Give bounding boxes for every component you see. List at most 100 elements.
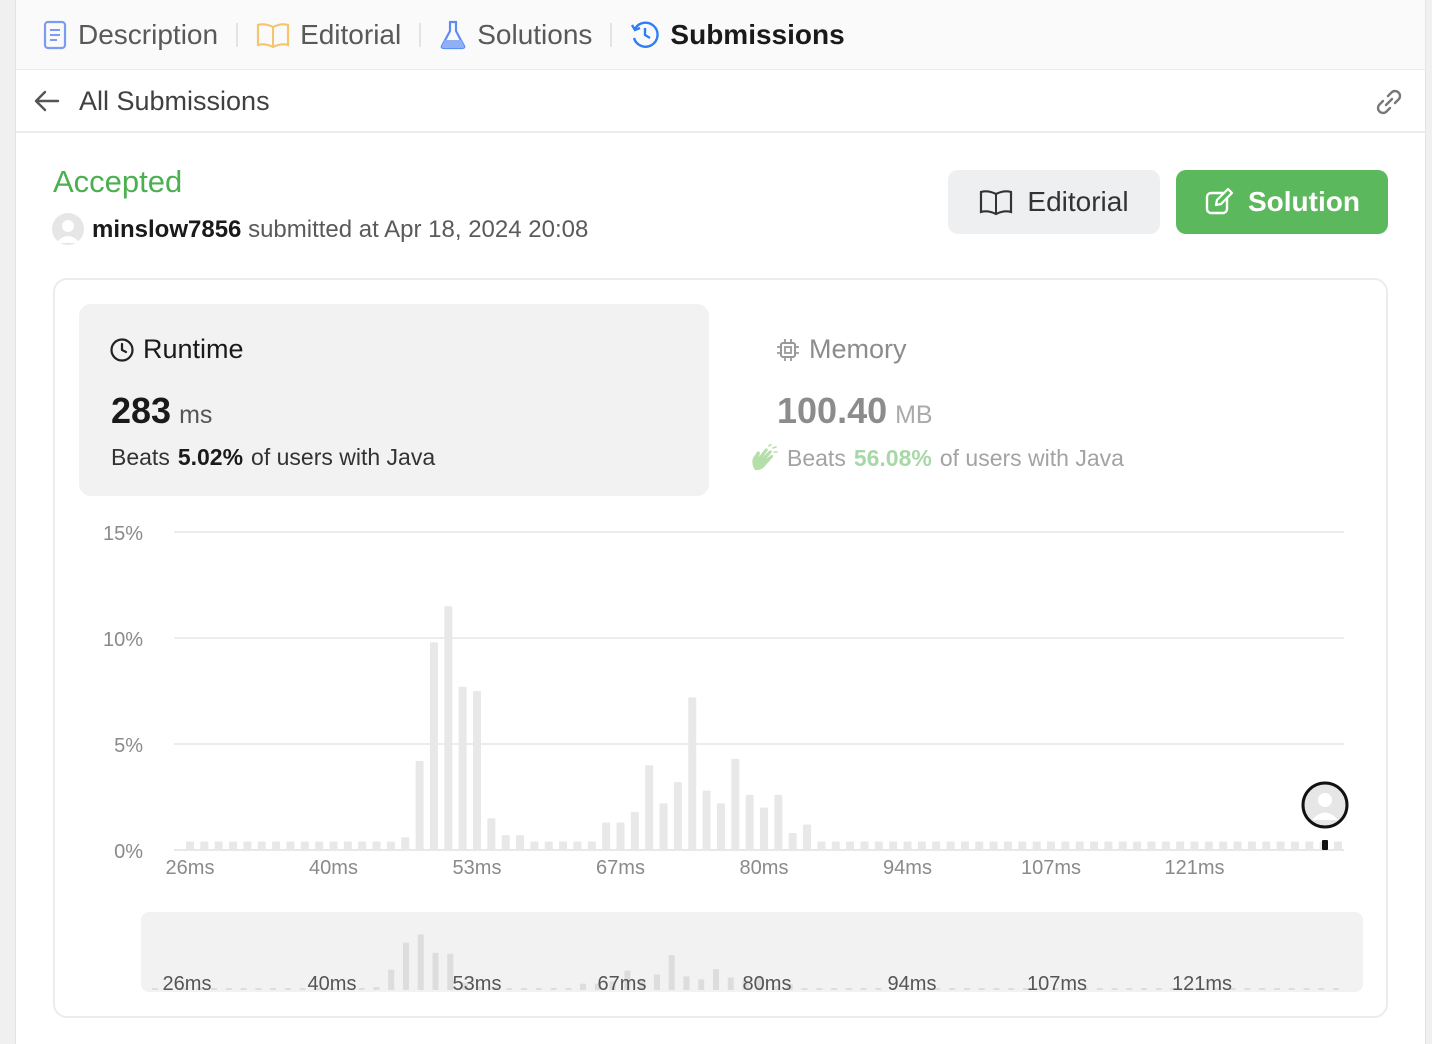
tab-submissions[interactable]: Submissions (630, 0, 845, 70)
user-avatar-marker (1301, 781, 1349, 829)
chart-bar (960, 841, 969, 850)
minimap-bar (653, 974, 660, 990)
chart-bar (975, 841, 984, 850)
minimap-tick-label: 53ms (453, 973, 502, 992)
chart-bar (817, 841, 826, 850)
chart-bar (587, 841, 596, 850)
minimap-bar (831, 988, 838, 990)
chart-bar (444, 606, 453, 850)
chart-bar (200, 841, 209, 850)
minimap-bar (1096, 988, 1103, 990)
chart-bar (286, 841, 295, 850)
chart-range-slider[interactable]: 26ms 40ms 53ms 67ms 80ms 94ms 107ms 121ms (141, 912, 1363, 995)
chart-bar (358, 841, 367, 850)
minimap-bar (535, 988, 542, 990)
tab-label: Editorial (300, 18, 402, 50)
y-tick-label: 15% (103, 523, 143, 545)
link-icon[interactable] (1371, 84, 1407, 120)
tab-description[interactable]: Description (42, 0, 218, 70)
chart-bar (1047, 841, 1055, 850)
minimap-bar (211, 988, 218, 990)
chart-bar (1032, 841, 1041, 850)
x-tick-label: 67ms (596, 857, 645, 879)
chart-bar (774, 794, 783, 850)
chart-bar (415, 760, 424, 850)
chart-bar (874, 841, 883, 850)
tab-divider (419, 22, 422, 47)
runtime-distribution-chart[interactable]: 15% 10% 5% 0% 26ms 40ms 53ms 67ms 80ms 94ms 107ms 1… (55, 280, 1386, 880)
tab-divider (610, 22, 613, 47)
minimap-bar (1273, 988, 1280, 990)
x-tick-label: 94ms (883, 857, 932, 879)
minimap-bar (963, 988, 970, 990)
chart-bar (688, 697, 697, 850)
minimap-bar (1318, 988, 1325, 990)
chart-bar (573, 841, 582, 850)
submission-status: Accepted (53, 164, 183, 199)
minimap-bar (1259, 988, 1266, 990)
user-icon (56, 220, 80, 243)
chart-bar (559, 841, 568, 850)
chart-bar (1247, 841, 1256, 850)
chart-bar (372, 841, 381, 850)
chart-bar (1104, 841, 1113, 850)
chart-bar (860, 841, 869, 850)
minimap-bar (816, 988, 823, 990)
minimap-bar (225, 988, 232, 990)
minimap-bar (432, 952, 439, 990)
tab-bar: Description Editorial Solutions Submissi… (16, 0, 1425, 70)
chart-bar (473, 691, 481, 850)
minimap-tick-label: 26ms (163, 973, 212, 992)
minimap-bar (240, 988, 247, 990)
editorial-button-label: Editorial (1027, 186, 1129, 217)
user-runtime-bar (1322, 840, 1328, 850)
editorial-button[interactable]: Editorial (948, 170, 1160, 234)
x-tick-label: 80ms (740, 857, 789, 879)
tab-divider (236, 22, 239, 47)
minimap-bar (152, 988, 158, 990)
chart-bar (903, 841, 912, 850)
minimap-bar (683, 976, 690, 990)
x-tick-label: 121ms (1164, 857, 1224, 879)
chart-bar (645, 765, 654, 850)
avatar[interactable] (52, 213, 84, 245)
username-link[interactable]: minslow7856 (92, 216, 241, 243)
minimap-bar (1126, 988, 1133, 990)
minimap-tick-label: 121ms (1172, 973, 1232, 992)
minimap-bar (845, 988, 852, 990)
chart-bar (272, 841, 281, 850)
minimap-bar (1303, 988, 1310, 990)
minimap-bar (1333, 988, 1339, 990)
chart-bar (1204, 841, 1213, 850)
minimap-bar (1111, 988, 1118, 990)
chart-bar (300, 841, 309, 850)
minimap-bar (373, 987, 380, 990)
minimap-bar (388, 969, 395, 990)
chart-bar (186, 841, 194, 850)
chart-bar (1190, 841, 1199, 850)
chart-bar (702, 790, 711, 850)
tab-label: Submissions (670, 18, 845, 50)
chart-bar (429, 642, 438, 850)
minimap-bar (402, 942, 409, 990)
minimap-bar (1141, 988, 1148, 990)
minimap-tick-label: 80ms (743, 973, 792, 992)
all-submissions-link[interactable]: All Submissions (79, 86, 270, 117)
minimap-bar (521, 988, 528, 990)
chart-bar (229, 841, 238, 850)
chart-bar (386, 841, 395, 850)
x-tick-label: 107ms (1021, 857, 1081, 879)
chart-bar (1061, 841, 1070, 850)
chart-bar (1262, 841, 1271, 850)
chart-bar (1161, 841, 1170, 850)
chart-bar (803, 824, 812, 850)
minimap-bar (1008, 988, 1015, 990)
history-icon (631, 21, 660, 48)
tab-solutions[interactable]: Solutions (439, 0, 592, 70)
tab-editorial[interactable]: Editorial (256, 0, 401, 70)
chart-bar (1334, 841, 1342, 850)
chart-bar (1233, 841, 1242, 850)
arrow-left-icon[interactable] (32, 86, 62, 116)
minimap-tick-label: 67ms (598, 973, 647, 992)
solution-button[interactable]: Solution (1176, 170, 1388, 234)
